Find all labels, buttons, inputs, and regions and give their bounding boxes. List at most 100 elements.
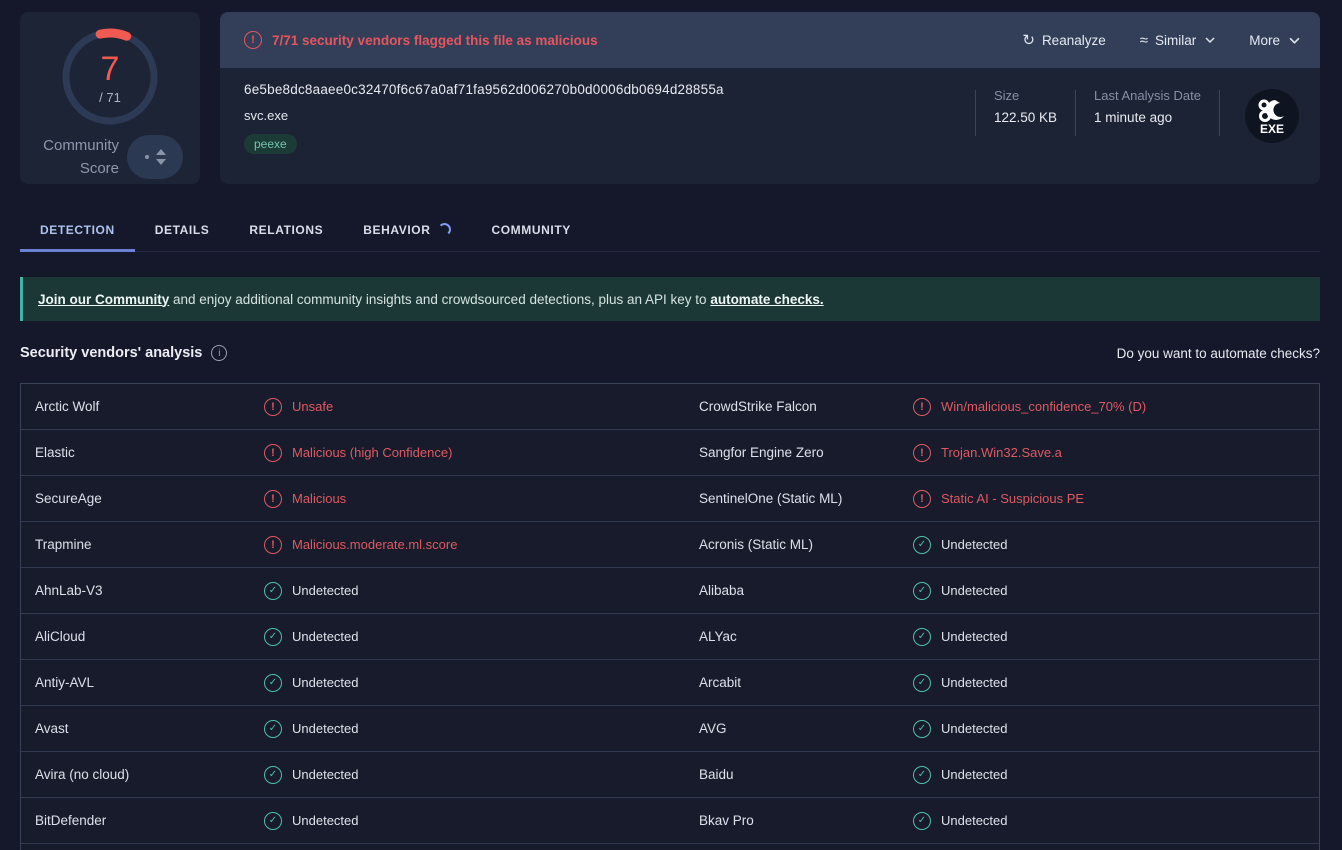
reanalyze-button[interactable]: ↻ Reanalyze	[1022, 33, 1105, 48]
undetected-check-icon: ✓	[264, 720, 282, 738]
table-row: SecureAge!MaliciousSentinelOne (Static M…	[21, 476, 1319, 522]
reanalyze-label: Reanalyze	[1042, 33, 1106, 48]
undetected-check-icon: ✓	[264, 812, 282, 830]
community-vote-widget[interactable]	[127, 135, 183, 179]
vendor-result: ✓ Undetected	[264, 628, 685, 646]
vendor-name: Avira (no cloud)	[21, 767, 264, 782]
section-title: Security vendors' analysis	[20, 345, 202, 361]
vendor-result: ✓Undetected	[913, 720, 1319, 738]
tab-relations-label: RELATIONS	[249, 223, 323, 237]
vendor-name: Acronis (Static ML)	[685, 537, 913, 552]
join-community-link[interactable]: Join our Community	[38, 292, 169, 307]
vendor-result: ✓Undetected	[913, 812, 1319, 830]
tag-peexe[interactable]: peexe	[244, 134, 297, 154]
vendor-result: ✓Undetected	[264, 674, 685, 692]
result-text: Undetected	[941, 629, 1008, 644]
tab-detection[interactable]: DETECTION	[20, 210, 135, 252]
tab-details-label: DETAILS	[155, 223, 210, 237]
file-details-bar: 6e5be8dc8aaee0c32470f6c67a0af71fa9562d00…	[220, 68, 1320, 184]
detection-alert-bar: ! 7/71 security vendors flagged this fil…	[220, 12, 1320, 68]
undetected-check-icon: ✓	[913, 812, 931, 830]
result-text: Win/malicious_confidence_70% (D)	[941, 399, 1146, 414]
more-label: More	[1249, 33, 1280, 48]
vote-up-icon[interactable]	[156, 149, 166, 155]
automate-checks-link[interactable]: automate checks.	[710, 292, 823, 307]
svg-text:EXE: EXE	[1260, 122, 1284, 136]
chevron-down-icon	[1205, 37, 1215, 43]
vendor-result: ✓Undetected	[913, 674, 1319, 692]
result-text: Malicious (high Confidence)	[292, 445, 452, 460]
join-community-banner: Join our Community and enjoy additional …	[20, 277, 1320, 321]
similar-label: Similar	[1155, 33, 1196, 48]
tab-detection-label: DETECTION	[40, 223, 115, 237]
result-text: Undetected	[292, 721, 359, 736]
community-score-row: Community Score	[37, 134, 183, 181]
vendor-result: !Static AI - Suspicious PE	[913, 490, 1319, 508]
undetected-check-icon: ✓	[264, 582, 282, 600]
vendor-result: !Malicious (high Confidence)	[264, 444, 685, 462]
reanalyze-icon: ↻	[1022, 33, 1035, 48]
result-text: Malicious.moderate.ml.score	[292, 537, 457, 552]
malicious-alert-icon: !	[264, 536, 282, 554]
size-value: 122.50 KB	[994, 110, 1057, 125]
alert-text: 7/71 security vendors flagged this file …	[272, 33, 598, 48]
info-icon[interactable]: i	[211, 345, 227, 361]
file-tags: peexe	[244, 134, 724, 154]
vendor-name: SentinelOne (Static ML)	[685, 491, 913, 506]
file-name: svc.exe	[244, 108, 724, 123]
vendor-result: ! Win/malicious_confidence_70% (D)	[913, 398, 1319, 416]
malicious-alert-icon: !	[264, 398, 282, 416]
tab-details[interactable]: DETAILS	[135, 210, 230, 252]
tab-behavior[interactable]: BEHAVIOR	[343, 210, 471, 252]
table-row: Avira (no cloud)✓UndetectedBaidu✓Undetec…	[21, 752, 1319, 798]
vendor-result: !Unsafe	[264, 398, 685, 416]
vendor-result: ✓Undetected	[264, 582, 685, 600]
file-meta: Size 122.50 KB Last Analysis Date 1 minu…	[975, 82, 1300, 184]
vendor-name: Avast	[21, 721, 264, 736]
vendor-result: !Trojan.Win32.Save.a	[913, 444, 1319, 462]
undetected-check-icon: ✓	[264, 628, 282, 646]
undetected-check-icon: ✓	[913, 582, 931, 600]
divider	[1219, 90, 1220, 136]
table-row: Elastic!Malicious (high Confidence)Sangf…	[21, 430, 1319, 476]
table-row: Trapmine! Malicious.moderate.ml.score Acro…	[21, 522, 1319, 568]
automate-checks-prompt[interactable]: Do you want to automate checks?	[1117, 346, 1320, 361]
result-text: Undetected	[941, 721, 1008, 736]
vote-down-icon[interactable]	[156, 159, 166, 165]
table-row: Antiy-AVL✓UndetectedArcabit✓Undetected	[21, 660, 1319, 706]
result-text: Undetected	[292, 629, 359, 644]
table-row: AliCloud✓UndetectedALYac✓Undetected	[21, 614, 1319, 660]
vendor-name: SecureAge	[21, 491, 264, 506]
table-row: AhnLab-V3✓UndetectedAlibaba✓Undetected	[21, 568, 1319, 614]
tab-community-label: COMMUNITY	[491, 223, 570, 237]
tab-relations[interactable]: RELATIONS	[229, 210, 343, 252]
detection-score-card: 7 / 71 Community Score	[20, 12, 200, 184]
vendor-result: !Malicious	[264, 490, 685, 508]
alert-message: ! 7/71 security vendors flagged this fil…	[244, 31, 598, 49]
vendor-result: ✓Undetected	[264, 766, 685, 784]
banner-text: Join our Community and enjoy additional …	[38, 292, 824, 307]
alert-exclamation-icon: !	[244, 31, 262, 49]
vendor-name: Bkav Pro	[685, 813, 913, 828]
result-text: Undetected	[941, 767, 1008, 782]
vendor-name: ALYac	[685, 629, 913, 644]
more-button[interactable]: More	[1249, 33, 1300, 48]
table-row: Arctic Wolf!UnsafeCrowdStrike Falcon!Win…	[21, 384, 1319, 430]
malicious-alert-icon: !	[913, 490, 931, 508]
file-summary-header: 7 / 71 Community Score ! 7/71 security	[0, 0, 1342, 184]
undetected-check-icon: ✓	[913, 674, 931, 692]
file-size: Size 122.50 KB	[994, 88, 1057, 125]
vendor-name: AliCloud	[21, 629, 264, 644]
vendor-name: Arctic Wolf	[21, 399, 264, 414]
last-analysis: Last Analysis Date 1 minute ago	[1094, 88, 1201, 125]
tab-community[interactable]: COMMUNITY	[471, 210, 590, 252]
vendors-analysis-header: Security vendors' analysis i Do you want…	[20, 339, 1320, 367]
section-title-group: Security vendors' analysis i	[20, 345, 227, 361]
vote-dot-icon	[145, 155, 149, 159]
banner-middle-text: and enjoy additional community insights …	[169, 292, 710, 307]
vendor-name: Trapmine	[21, 537, 264, 552]
file-info-card: ! 7/71 security vendors flagged this fil…	[220, 12, 1320, 184]
result-text: Undetected	[292, 675, 359, 690]
similar-button[interactable]: ≈ Similar	[1140, 33, 1216, 48]
malicious-alert-icon: !	[913, 398, 931, 416]
